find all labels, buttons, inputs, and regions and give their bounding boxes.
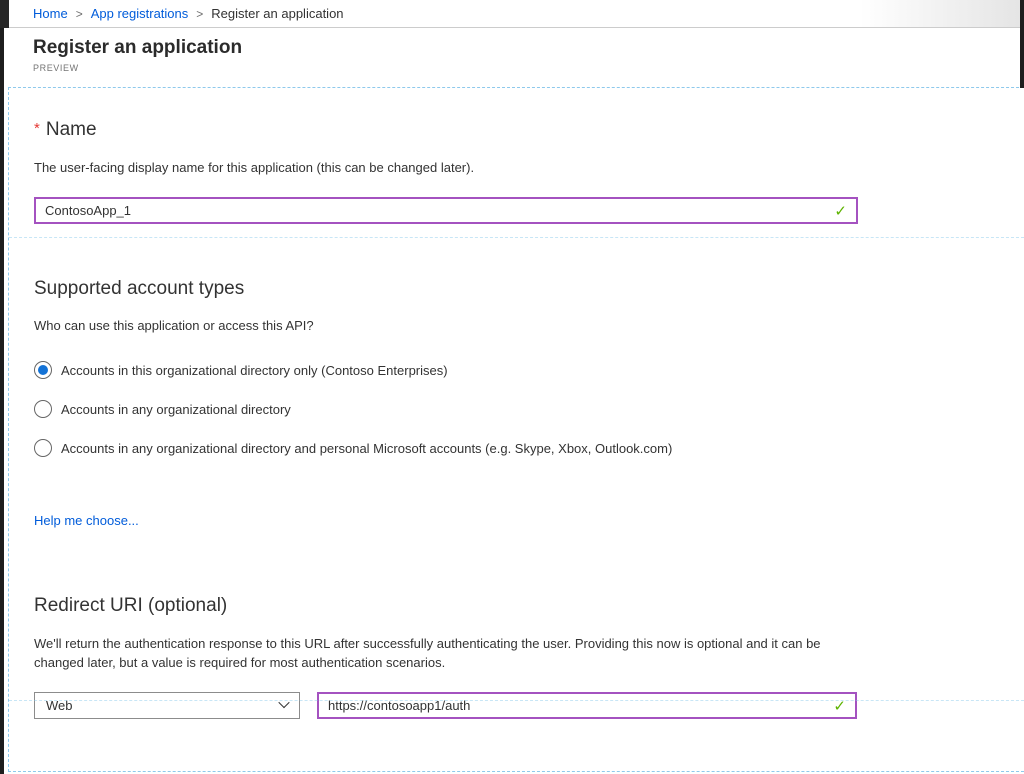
app-name-input[interactable]: ContosoApp_1 ✓ [34,197,858,224]
breadcrumb-current-page: Register an application [211,6,343,21]
breadcrumb-home-link[interactable]: Home [33,6,68,21]
preview-badge: PREVIEW [33,63,1024,73]
portal-left-edge [0,0,4,774]
app-name-value: ContosoApp_1 [45,203,834,218]
portal-left-edge-corner [0,0,9,28]
section-divider [9,237,1024,238]
valid-checkmark-icon: ✓ [834,202,847,220]
radio-label: Accounts in this organizational director… [61,363,448,378]
redirect-uri-input[interactable]: https://contosoapp1/auth ✓ [317,692,857,719]
radio-label: Accounts in any organizational directory [61,402,291,417]
required-marker: * [34,120,40,137]
redirect-platform-select[interactable]: Web [34,692,300,719]
name-description: The user-facing display name for this ap… [34,160,1024,176]
account-types-question: Who can use this application or access t… [34,318,1024,334]
radio-button-icon [34,439,52,457]
redirect-uri-heading: Redirect URI (optional) [34,593,1024,619]
breadcrumb-separator-icon: > [188,7,211,21]
portal-right-edge [1020,0,1024,88]
redirect-uri-row: Web https://contosoapp1/auth ✓ [34,692,1024,719]
section-divider [9,700,1024,701]
radio-label: Accounts in any organizational directory… [61,441,672,456]
blade-content: * Name The user-facing display name for t… [8,87,1024,772]
breadcrumb-separator-icon: > [68,7,91,21]
radio-button-icon [34,400,52,418]
name-heading-label: Name [46,119,97,140]
blade-header: Register an application PREVIEW [0,28,1024,73]
breadcrumb-app-registrations-link[interactable]: App registrations [91,6,189,21]
radio-single-tenant[interactable]: Accounts in this organizational director… [34,361,1024,379]
radio-multi-tenant[interactable]: Accounts in any organizational directory [34,400,1024,418]
name-section-heading: * Name [34,116,1024,143]
radio-multi-tenant-personal[interactable]: Accounts in any organizational directory… [34,439,1024,457]
radio-button-icon [34,361,52,379]
register-application-blade: Home > App registrations > Register an a… [0,0,1024,774]
breadcrumb: Home > App registrations > Register an a… [0,0,1024,28]
chevron-down-icon [278,697,289,708]
account-types-heading: Supported account types [34,276,1024,302]
account-types-radio-group: Accounts in this organizational director… [34,361,1024,457]
page-title: Register an application [33,36,1024,60]
redirect-uri-description: We'll return the authentication response… [34,634,846,672]
help-me-choose-link[interactable]: Help me choose... [34,513,139,528]
